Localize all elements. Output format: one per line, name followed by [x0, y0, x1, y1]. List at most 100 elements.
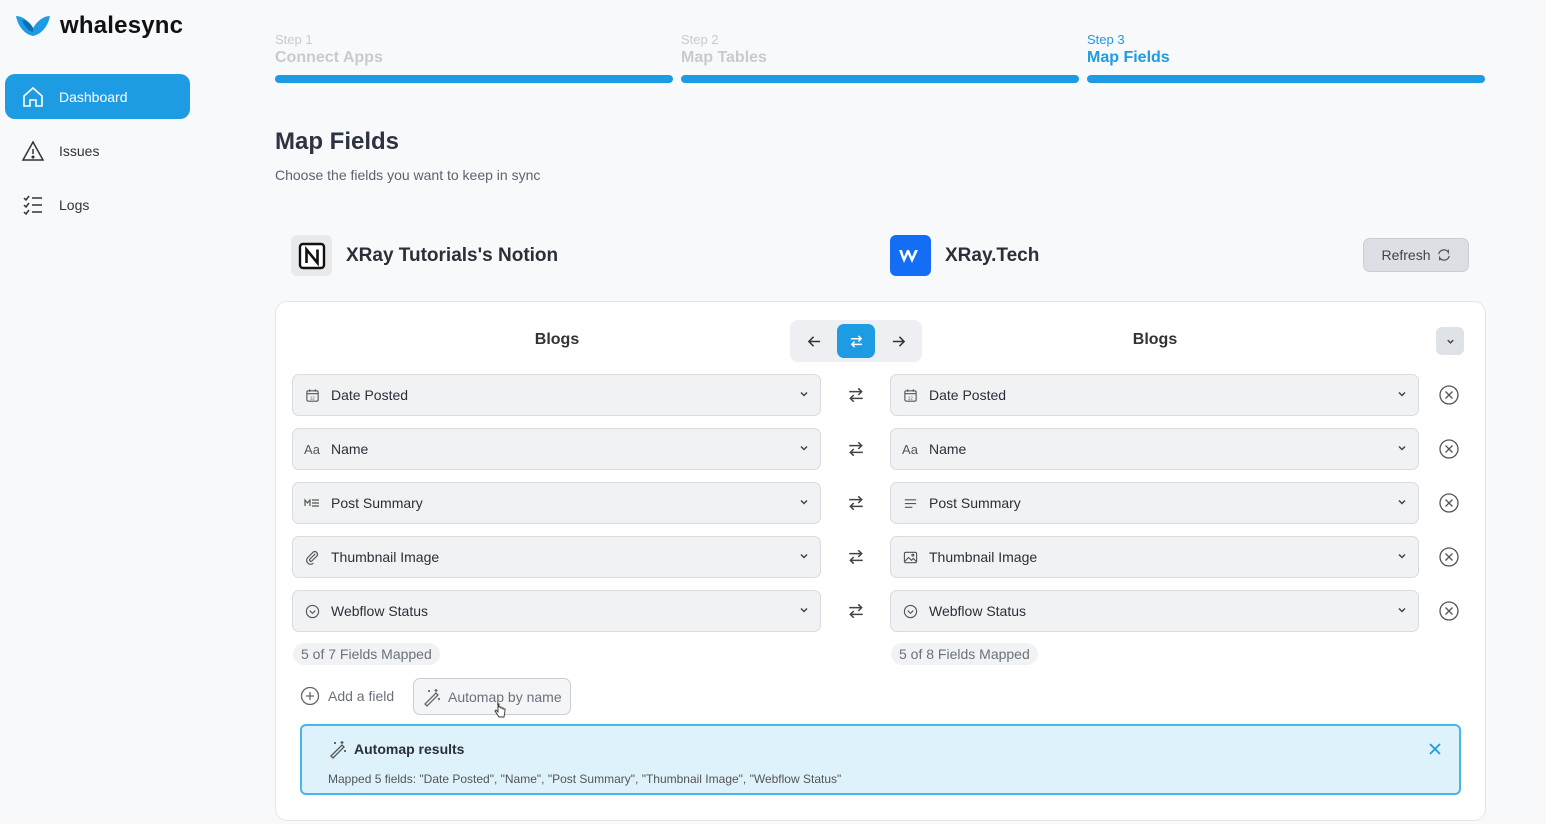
field-label: Thumbnail Image	[331, 549, 440, 565]
left-field-select[interactable]: 12 Date Posted	[292, 374, 821, 416]
right-field-select[interactable]: Aa Name	[890, 428, 1419, 470]
status-icon	[901, 602, 919, 620]
sync-right-button[interactable]	[879, 324, 917, 358]
swap-icon	[849, 441, 863, 457]
field-label: Name	[331, 441, 369, 457]
hand-cursor-icon	[494, 703, 506, 718]
right-mapped-count: 5 of 8 Fields Mapped	[891, 643, 1038, 665]
chevron-down-icon	[1398, 445, 1406, 451]
sync-direction-toggle	[790, 320, 922, 362]
step-number: Step 2	[681, 32, 719, 47]
webflow-logo-icon	[890, 235, 931, 276]
arrow-right-icon	[892, 335, 905, 347]
page-subtitle: Choose the fields you want to keep in sy…	[275, 167, 541, 183]
refresh-button[interactable]: Refresh	[1363, 238, 1469, 272]
left-field-select[interactable]: Post Summary	[292, 482, 821, 524]
left-field-select[interactable]: Aa Name	[292, 428, 821, 470]
left-app-name: XRay Tutorials's Notion	[346, 244, 559, 266]
calendar-icon: 12	[901, 386, 919, 404]
chevron-down-icon	[1398, 607, 1406, 613]
field-label: Webflow Status	[929, 603, 1027, 619]
step-progress-bar	[1087, 75, 1485, 83]
refresh-label: Refresh	[1381, 247, 1431, 263]
remove-mapping-icon[interactable]	[1438, 438, 1460, 460]
collapse-button[interactable]	[1436, 327, 1464, 355]
field-label: Date Posted	[929, 387, 1007, 403]
swap-icon	[849, 549, 863, 565]
step-map-tables[interactable]: Step 2 Map Tables	[681, 32, 1079, 83]
automap-button[interactable]: Automap by name	[413, 678, 571, 715]
swap-icon	[850, 334, 862, 348]
field-label: Post Summary	[929, 495, 1021, 511]
chevron-down-icon	[1398, 391, 1406, 397]
chevron-down-icon	[1398, 499, 1406, 505]
close-icon[interactable]	[1427, 741, 1443, 757]
step-progress-bar	[275, 75, 673, 83]
notion-logo-icon	[291, 235, 332, 276]
step-title: Map Fields	[1087, 49, 1170, 66]
refresh-icon	[1437, 249, 1450, 261]
brand-name: whalesync	[60, 12, 184, 39]
field-mapping-card: Blogs Blogs 12 Date Posted 12 Date Poste…	[275, 301, 1486, 821]
automap-results-header: Automap results	[328, 739, 464, 759]
left-field-select[interactable]: Webflow Status	[292, 590, 821, 632]
sidebar-item-issues[interactable]: Issues	[5, 128, 190, 173]
left-field-select[interactable]: Thumbnail Image	[292, 536, 821, 578]
field-label: Thumbnail Image	[929, 549, 1038, 565]
automap-results-banner: Automap results Mapped 5 fields: "Date P…	[300, 724, 1461, 795]
right-app-name: XRay.Tech	[945, 244, 1040, 266]
right-field-select[interactable]: 12 Date Posted	[890, 374, 1419, 416]
add-field-label: Add a field	[328, 688, 395, 704]
svg-text:12: 12	[907, 395, 913, 400]
remove-mapping-icon[interactable]	[1438, 492, 1460, 514]
sync-left-button[interactable]	[795, 324, 833, 358]
left-table-name: Blogs	[534, 331, 580, 348]
plus-circle-icon	[300, 686, 320, 706]
sidebar-item-logs[interactable]: Logs	[5, 182, 190, 227]
add-field-button[interactable]: Add a field	[300, 686, 394, 706]
step-title: Connect Apps	[275, 49, 383, 66]
field-label: Date Posted	[331, 387, 409, 403]
step-number: Step 1	[275, 32, 313, 47]
sync-both-button[interactable]	[837, 324, 875, 358]
swap-icon	[849, 603, 863, 619]
home-icon	[23, 86, 43, 107]
sidebar-item-dashboard[interactable]: Dashboard	[5, 74, 190, 119]
field-label: Name	[929, 441, 967, 457]
left-app-header: XRay Tutorials's Notion	[291, 235, 558, 276]
right-table-name: Blogs	[1132, 331, 1178, 348]
warning-icon	[21, 139, 45, 161]
list-check-icon	[23, 195, 42, 215]
chevron-down-icon	[800, 499, 808, 505]
right-field-select[interactable]: Post Summary	[890, 482, 1419, 524]
step-map-fields[interactable]: Step 3 Map Fields	[1087, 32, 1485, 83]
brand-logo[interactable]: whalesync	[14, 12, 183, 40]
right-field-select[interactable]: Thumbnail Image	[890, 536, 1419, 578]
right-app-header: XRay.Tech	[890, 235, 1039, 276]
svg-text:12: 12	[309, 395, 315, 400]
chevron-down-icon	[1446, 339, 1454, 344]
whale-tail-icon	[16, 16, 50, 36]
remove-mapping-icon[interactable]	[1438, 384, 1460, 406]
chevron-down-icon	[800, 553, 808, 559]
text-icon: Aa	[304, 441, 320, 457]
paperclip-icon	[303, 548, 321, 566]
arrow-left-icon	[807, 335, 820, 347]
step-progress-bar	[681, 75, 1079, 83]
sidebar: whalesync Dashboard Issues Logs	[0, 0, 200, 824]
swap-icon	[849, 495, 863, 511]
right-field-select[interactable]: Webflow Status	[890, 590, 1419, 632]
remove-mapping-icon[interactable]	[1438, 546, 1460, 568]
swap-icon	[849, 387, 863, 403]
step-title: Map Tables	[681, 49, 767, 66]
chevron-down-icon	[800, 445, 808, 451]
automap-results-title: Automap results	[354, 741, 465, 757]
remove-mapping-icon[interactable]	[1438, 600, 1460, 622]
step-connect-apps[interactable]: Step 1 Connect Apps	[275, 32, 673, 83]
image-icon	[901, 548, 919, 566]
sidebar-item-label: Dashboard	[59, 88, 128, 105]
chevron-down-icon	[800, 607, 808, 613]
automap-results-text: Mapped 5 fields: "Date Posted", "Name", …	[328, 772, 842, 786]
status-icon	[303, 602, 321, 620]
paragraph-icon	[901, 494, 919, 512]
